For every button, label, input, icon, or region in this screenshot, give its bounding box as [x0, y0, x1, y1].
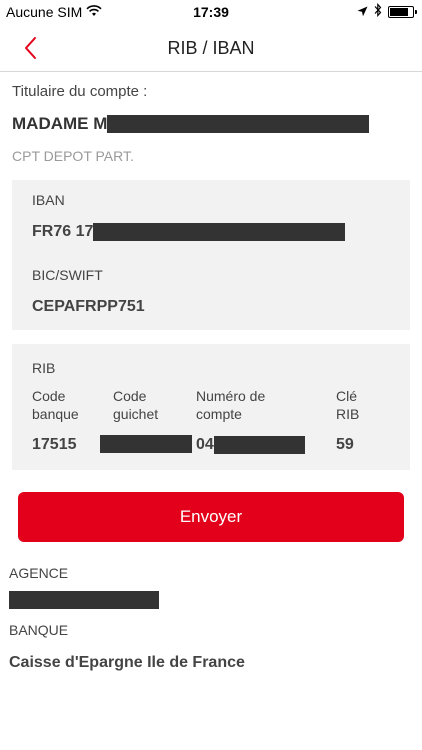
redacted-agency [9, 591, 159, 609]
code-banque-value: 17515 [32, 436, 77, 453]
numero-compte-value: 04 [196, 436, 305, 454]
bluetooth-icon [374, 2, 382, 20]
cle-rib-value: 59 [336, 436, 354, 453]
agency-value [9, 591, 159, 609]
code-guichet-value [100, 435, 192, 453]
numero-compte-prefix: 04 [196, 436, 214, 453]
rib-card: RIB Code banque Code guichet Numéro de c… [12, 344, 410, 470]
send-button[interactable]: Envoyer [18, 492, 404, 542]
battery-fill [390, 7, 408, 16]
status-right [357, 2, 417, 20]
redacted-holder-name [107, 115, 370, 133]
iban-label: IBAN [32, 192, 65, 208]
cle-rib-label: Clé RIB [336, 388, 360, 422]
iban-card: IBAN FR76 17 BIC/SWIFT CEPAFRPP751 [12, 180, 410, 330]
holder-name-text: MADAME M [12, 114, 108, 133]
iban-value: FR76 17 [32, 223, 346, 241]
account-holder-label: Titulaire du compte : [12, 83, 148, 100]
code-guichet-label: Code guichet [113, 388, 159, 422]
redacted-numero-compte [213, 436, 305, 454]
redacted-iban [93, 223, 346, 241]
status-bar: Aucune SIM 17:39 [0, 0, 422, 24]
navigation-bar: RIB / IBAN [0, 24, 422, 72]
redacted-code-guichet [100, 435, 192, 453]
account-holder-name: MADAME M [12, 114, 370, 134]
bank-label: BANQUE [9, 622, 69, 638]
rib-label: RIB [32, 360, 56, 376]
location-arrow-icon [357, 4, 368, 20]
account-type: CPT DEPOT PART. [12, 148, 134, 164]
code-banque-label: Code banque [32, 388, 79, 422]
bank-value: Caisse d'Epargne Ile de France [9, 654, 245, 671]
battery-icon [388, 5, 417, 18]
page-title: RIB / IBAN [167, 38, 255, 58]
bic-label: BIC/SWIFT [32, 267, 103, 283]
agency-label: AGENCE [9, 565, 69, 581]
iban-prefix: FR76 17 [32, 223, 94, 240]
numero-compte-label: Numéro de compte [196, 388, 266, 422]
bic-value: CEPAFRPP751 [32, 298, 145, 315]
